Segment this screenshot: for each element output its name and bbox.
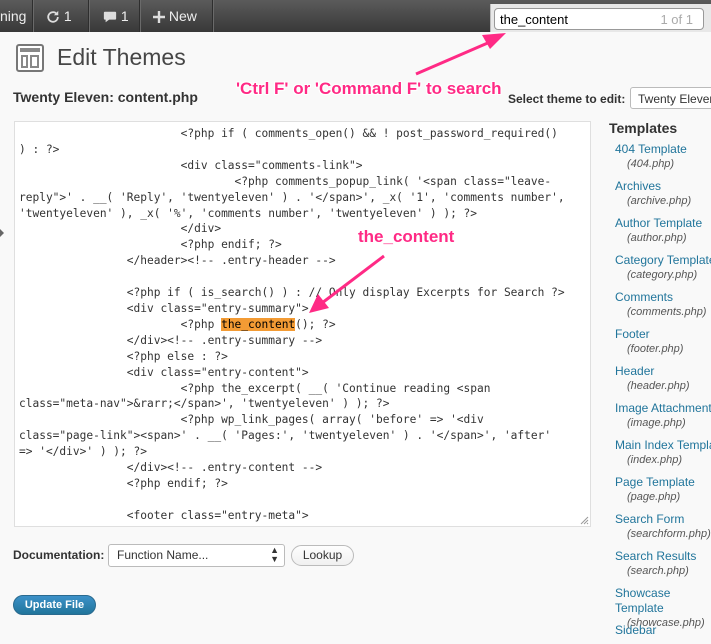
new-label: New [168, 8, 197, 24]
template-filename: (index.php) [627, 454, 683, 466]
update-file-button[interactable]: Update File [13, 595, 96, 615]
lookup-button[interactable]: Lookup [291, 545, 354, 566]
plus-icon [153, 11, 165, 24]
function-name-select[interactable]: Function Name... ▲ ▼ [108, 544, 285, 567]
template-item[interactable]: Main Index Template(index.php) [615, 438, 711, 468]
template-filename: (archive.php) [627, 195, 692, 207]
template-item[interactable]: Search Form (searchform.php) [615, 512, 711, 542]
select-arrows-icon: ▲ ▼ [270, 545, 279, 564]
template-link[interactable]: Category Template [615, 253, 711, 268]
template-link[interactable]: Author Template [615, 216, 711, 231]
admin-bar-separator [139, 0, 140, 32]
find-query: the_content [500, 12, 568, 27]
template-link[interactable]: Main Index Template [615, 438, 711, 453]
template-link[interactable]: Footer [615, 327, 711, 342]
code-editor-textarea[interactable]: <?php if ( comments_open() && ! post_pas… [14, 121, 591, 527]
template-link[interactable]: 404 Template [615, 142, 711, 157]
search-match-highlight: the_content [221, 317, 296, 331]
template-item[interactable]: Author Template (author.php) [615, 216, 711, 246]
template-item[interactable]: Sidebar [615, 623, 711, 638]
site-name-link[interactable]: ning [0, 0, 26, 32]
template-link[interactable]: Showcase Template [615, 586, 711, 616]
templates-heading: Templates [609, 120, 678, 136]
refresh-icon [47, 11, 59, 23]
template-filename: (searchform.php) [627, 528, 711, 540]
search-arrow [415, 40, 491, 76]
new-content-link[interactable]: New [153, 0, 197, 32]
browser-find-bar: the_content 1 of 1 [490, 4, 711, 32]
search-annotation: 'Ctrl F' or 'Command F' to search [236, 79, 502, 98]
updates-link[interactable]: 1 [46, 0, 72, 32]
search-arrowhead [482, 33, 506, 49]
template-item[interactable]: 404 Template (404.php) [615, 142, 711, 172]
template-filename: (footer.php) [627, 343, 684, 355]
template-filename: (image.php) [627, 417, 686, 429]
admin-bar-separator [32, 0, 33, 32]
template-link[interactable]: Page Template [615, 475, 711, 490]
template-link[interactable]: Header [615, 364, 711, 379]
template-filename: (author.php) [627, 232, 687, 244]
template-link[interactable]: Image Attachment [615, 401, 711, 416]
template-filename: (header.php) [627, 380, 690, 392]
template-item[interactable]: Footer (footer.php) [615, 327, 711, 357]
documentation-label: Documentation: [13, 548, 105, 562]
file-title: Twenty Eleven: content.php [13, 89, 198, 105]
code-content: <?php if ( comments_open() && ! post_pas… [19, 127, 565, 522]
template-link[interactable]: Search Results [615, 549, 711, 564]
template-link[interactable]: Sidebar [615, 623, 711, 638]
resize-handle-icon[interactable] [579, 515, 589, 525]
template-filename: (404.php) [627, 158, 675, 170]
template-item[interactable]: Search Results (search.php) [615, 549, 711, 579]
template-item[interactable]: Archives (archive.php) [615, 179, 711, 209]
template-filename: (search.php) [627, 565, 689, 577]
template-item[interactable]: Category Template (category.php) [615, 253, 711, 283]
content-annotation: the_content [358, 227, 455, 246]
template-item[interactable]: Header (header.php) [615, 364, 711, 394]
template-link[interactable]: Search Form [615, 512, 711, 527]
template-filename: (comments.php) [627, 306, 707, 318]
comments-link[interactable]: 1 [103, 0, 129, 32]
template-item[interactable]: Comments (comments.php) [615, 290, 711, 320]
find-input[interactable]: the_content 1 of 1 [494, 8, 704, 30]
comment-bubble-icon [103, 12, 117, 23]
admin-bar-separator [88, 0, 89, 32]
themes-screen-icon [16, 44, 44, 72]
select-theme-label: Select theme to edit: [508, 92, 626, 106]
admin-bar-separator [212, 0, 213, 32]
find-match-count: 1 of 1 [660, 12, 693, 27]
template-filename: (category.php) [627, 269, 698, 281]
template-filename: (page.php) [627, 491, 681, 503]
function-name-value: Function Name... [117, 548, 209, 562]
page-title: Edit Themes [57, 44, 186, 70]
template-link[interactable]: Archives [615, 179, 711, 194]
template-item[interactable]: Page Template (page.php) [615, 475, 711, 505]
comments-count: 1 [120, 8, 129, 24]
updates-count: 1 [63, 8, 72, 24]
template-item[interactable]: Image Attachment (image.php) [615, 401, 711, 431]
theme-select[interactable]: Twenty Eleven [630, 87, 711, 109]
template-link[interactable]: Comments [615, 290, 711, 305]
collapse-arrow-icon[interactable] [0, 226, 4, 240]
